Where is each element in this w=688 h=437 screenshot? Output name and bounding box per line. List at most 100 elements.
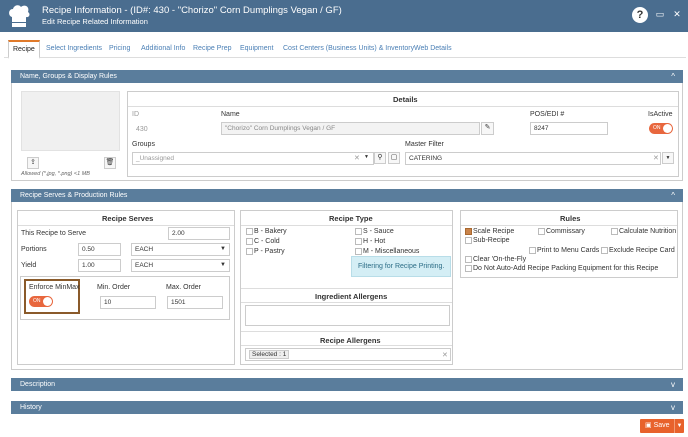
- type-pastry-checkbox[interactable]: [246, 248, 253, 255]
- name-field[interactable]: "Chorizo" Corn Dumplings Vegan / GF: [221, 122, 480, 135]
- name-label: Name: [221, 111, 240, 118]
- type-hot-label: H - Hot: [363, 238, 386, 245]
- master-filter-field[interactable]: CATERING: [405, 152, 661, 165]
- clear-otf-checkbox[interactable]: [465, 256, 472, 263]
- close-button[interactable]: ✕: [672, 9, 682, 19]
- recipe-allergens-field[interactable]: Selected : 1: [245, 348, 451, 361]
- min-order-field[interactable]: 10: [100, 296, 156, 309]
- exclude-card-checkbox[interactable]: [601, 247, 608, 254]
- groups-clear-icon[interactable]: ✕: [354, 154, 360, 162]
- portions-label: Portions: [21, 246, 47, 253]
- enforce-minmax-toggle[interactable]: ON: [29, 296, 53, 307]
- calc-nutrition-checkbox[interactable]: [611, 228, 618, 235]
- clear-otf-label: Clear 'On-the-Fly: [473, 256, 527, 263]
- description-panel-header[interactable]: Description v: [11, 378, 683, 391]
- trash-icon[interactable]: 🗑: [104, 157, 116, 169]
- master-filter-clear-icon[interactable]: ✕: [653, 154, 659, 162]
- ing-allergens-divider: [241, 302, 452, 303]
- recipe-image-placeholder: [21, 91, 120, 151]
- groups-field[interactable]: _Unassigned: [132, 152, 374, 165]
- calc-nutrition-label: Calculate Nutrition: [619, 228, 677, 235]
- print-menu-label: Print to Menu Cards: [537, 247, 600, 254]
- tab-recipe[interactable]: Recipe: [8, 40, 40, 59]
- window-subtitle: Edit Recipe Related Information: [42, 17, 148, 26]
- isactive-toggle-label: ON: [653, 125, 661, 131]
- this-recipe-field[interactable]: 2.00: [168, 227, 230, 240]
- serves-panel-title: Recipe Serves & Production Rules: [20, 192, 128, 199]
- filter-note: Filtering for Recipe Printing.: [358, 263, 445, 270]
- isactive-toggle[interactable]: ON: [649, 123, 673, 134]
- sub-recipe-checkbox[interactable]: [465, 237, 472, 244]
- id-label: ID: [132, 111, 139, 118]
- edit-name-icon[interactable]: ✎: [481, 122, 494, 135]
- groups-label: Groups: [132, 141, 155, 148]
- portions-unit-select[interactable]: EACH ▼: [131, 243, 230, 256]
- tab-select-ingredients[interactable]: Select Ingredients: [46, 40, 102, 58]
- window-title: Recipe Information - (ID#: 430 - "Choriz…: [42, 5, 342, 16]
- yield-unit-value: EACH: [135, 262, 154, 269]
- ingredient-allergens-title: Ingredient Allergens: [315, 292, 388, 301]
- type-bakery-label: B - Bakery: [254, 228, 287, 235]
- no-auto-add-checkbox[interactable]: [465, 265, 472, 272]
- collapse-icon[interactable]: ^: [671, 189, 675, 202]
- type-bakery-checkbox[interactable]: [246, 228, 253, 235]
- type-divider: [241, 225, 452, 226]
- tab-equipment[interactable]: Equipment: [240, 40, 273, 58]
- details-title: Details: [393, 95, 418, 104]
- recipe-type-title: Recipe Type: [329, 214, 373, 223]
- portions-unit-value: EACH: [135, 246, 154, 253]
- serves-divider: [18, 225, 234, 226]
- name-panel-title: Name, Groups & Display Rules: [20, 73, 117, 80]
- save-label: Save: [653, 422, 670, 429]
- allergen-selected-chip: Selected : 1: [249, 350, 290, 359]
- sub-recipe-label: Sub-Recipe: [473, 237, 510, 244]
- history-panel-header[interactable]: History v: [11, 401, 683, 414]
- expand-icon[interactable]: v: [671, 401, 675, 414]
- commissary-checkbox[interactable]: [538, 228, 545, 235]
- print-menu-checkbox[interactable]: [529, 247, 536, 254]
- minimize-button[interactable]: ▭: [655, 9, 665, 19]
- groups-dropdown-icon[interactable]: ▼: [364, 154, 369, 160]
- yield-label: Yield: [21, 262, 37, 269]
- document-icon[interactable]: ▢: [388, 152, 400, 164]
- type-cold-checkbox[interactable]: [246, 238, 253, 245]
- type-misc-checkbox[interactable]: [355, 248, 362, 255]
- pos-label: POS/EDI #: [530, 111, 565, 118]
- max-order-field[interactable]: 1501: [167, 296, 223, 309]
- tab-bar: Recipe Select Ingredients Pricing Additi…: [4, 40, 686, 59]
- upload-icon[interactable]: ⇪: [27, 157, 39, 169]
- tab-additional-info[interactable]: Additional Info: [141, 40, 185, 58]
- enforce-minmax-toggle-label: ON: [33, 298, 41, 304]
- save-dropdown-icon[interactable]: ▼: [674, 419, 684, 433]
- collapse-icon[interactable]: ^: [671, 70, 675, 83]
- scale-recipe-checkbox[interactable]: [465, 228, 472, 235]
- min-order-label: Min. Order: [97, 284, 131, 291]
- tab-recipe-prep[interactable]: Recipe Prep: [193, 40, 232, 58]
- yield-field[interactable]: 1.00: [78, 259, 121, 272]
- save-button[interactable]: ▣ Save ▼: [640, 419, 684, 433]
- help-button[interactable]: ?: [632, 7, 648, 23]
- yield-unit-select[interactable]: EACH ▼: [131, 259, 230, 272]
- scale-recipe-label: Scale Recipe: [473, 228, 515, 235]
- this-recipe-label: This Recipe to Serve: [21, 230, 86, 237]
- master-filter-dropdown-icon[interactable]: ▼: [662, 152, 674, 164]
- pos-field[interactable]: 8247: [530, 122, 608, 135]
- tab-pricing[interactable]: Pricing: [109, 40, 130, 58]
- allowed-files-note: Allowed (*.jpg, *.png) <1 MB: [21, 171, 90, 177]
- portions-field[interactable]: 0.50: [78, 243, 121, 256]
- type-hot-checkbox[interactable]: [355, 238, 362, 245]
- rules-divider: [461, 225, 677, 226]
- search-icon[interactable]: ⚲: [374, 152, 386, 164]
- recipe-allergens-divider: [241, 345, 452, 346]
- enforce-minmax-label: Enforce MinMax: [29, 284, 80, 291]
- rules-title: Rules: [560, 214, 581, 223]
- allergens-clear-icon[interactable]: ✕: [442, 351, 448, 359]
- recipe-serves-title: Recipe Serves: [102, 214, 154, 223]
- tab-web-details[interactable]: Web Details: [414, 40, 452, 58]
- expand-icon[interactable]: v: [671, 378, 675, 391]
- name-panel-header[interactable]: Name, Groups & Display Rules ^: [11, 70, 683, 83]
- tab-cost-centers[interactable]: Cost Centers (Business Units) & Inventor…: [283, 40, 414, 58]
- chevron-down-icon: ▼: [220, 246, 226, 252]
- serves-panel-header[interactable]: Recipe Serves & Production Rules ^: [11, 189, 683, 202]
- type-sauce-checkbox[interactable]: [355, 228, 362, 235]
